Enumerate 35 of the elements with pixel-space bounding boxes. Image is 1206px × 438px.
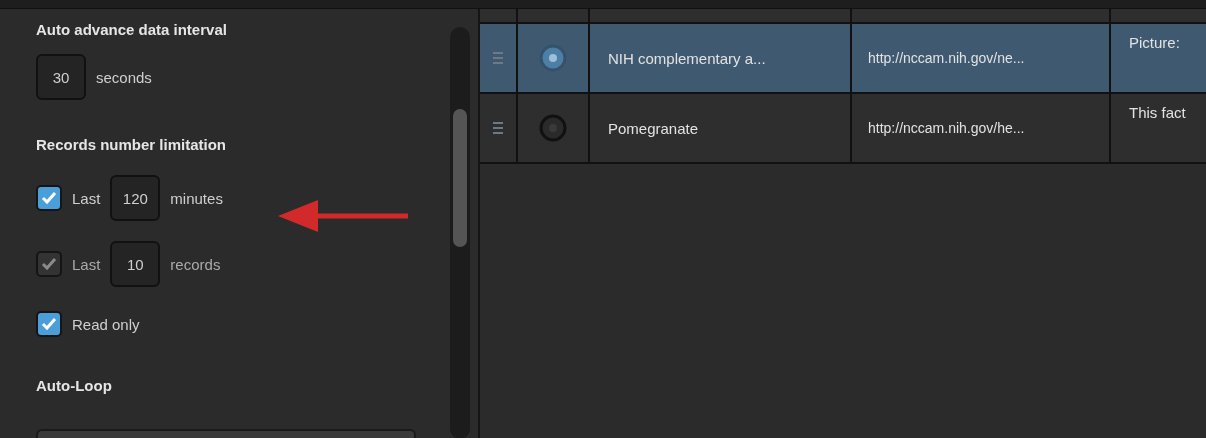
drag-handle-icon[interactable] <box>493 120 503 136</box>
section-heading: Auto-Loop <box>36 377 113 394</box>
unit-label: records <box>170 255 221 273</box>
unit-label: seconds <box>96 68 152 86</box>
number-field[interactable]: 30 <box>36 54 86 100</box>
header-cell[interactable] <box>852 9 1109 22</box>
header-cell[interactable] <box>518 9 588 22</box>
table-cell: This fact <box>1111 94 1206 162</box>
scrollbar-thumb[interactable] <box>453 109 467 247</box>
number-field[interactable]: 120 <box>110 175 161 221</box>
option-label: Last <box>72 255 101 273</box>
checkmark-icon <box>41 257 57 271</box>
table-cell: http://nccam.nih.gov/he... <box>852 94 1109 162</box>
option-label: Last <box>72 189 101 207</box>
table-row[interactable]: NIH complementary a... http://nccam.nih.gov/ne... Picture: <box>480 24 1206 94</box>
section-heading: Auto advance data interval <box>36 21 228 38</box>
table-cell: http://nccam.nih.gov/ne... <box>852 24 1109 92</box>
table-cell: Pomegranate <box>590 94 850 162</box>
table-cell: NIH complementary a... <box>590 24 850 92</box>
unit-label: minutes <box>170 189 223 207</box>
section-heading: Records number limitation <box>36 136 228 153</box>
table-row[interactable]: Pomegranate http://nccam.nih.gov/he... This fact <box>480 94 1206 164</box>
scrollbar[interactable] <box>450 27 470 438</box>
radio-button[interactable] <box>539 114 567 142</box>
header-cell[interactable] <box>1111 9 1206 22</box>
drag-handle-icon[interactable] <box>493 50 503 66</box>
option-label: Read only <box>72 315 140 333</box>
radio-button[interactable] <box>539 44 567 72</box>
checkmark-icon <box>41 191 57 205</box>
table-cell: Picture: <box>1111 24 1206 92</box>
checkbox[interactable] <box>36 185 62 211</box>
checkmark-icon <box>41 317 57 331</box>
header-cell[interactable] <box>480 9 516 22</box>
header-cell[interactable] <box>590 9 850 22</box>
checkbox[interactable] <box>36 311 62 337</box>
